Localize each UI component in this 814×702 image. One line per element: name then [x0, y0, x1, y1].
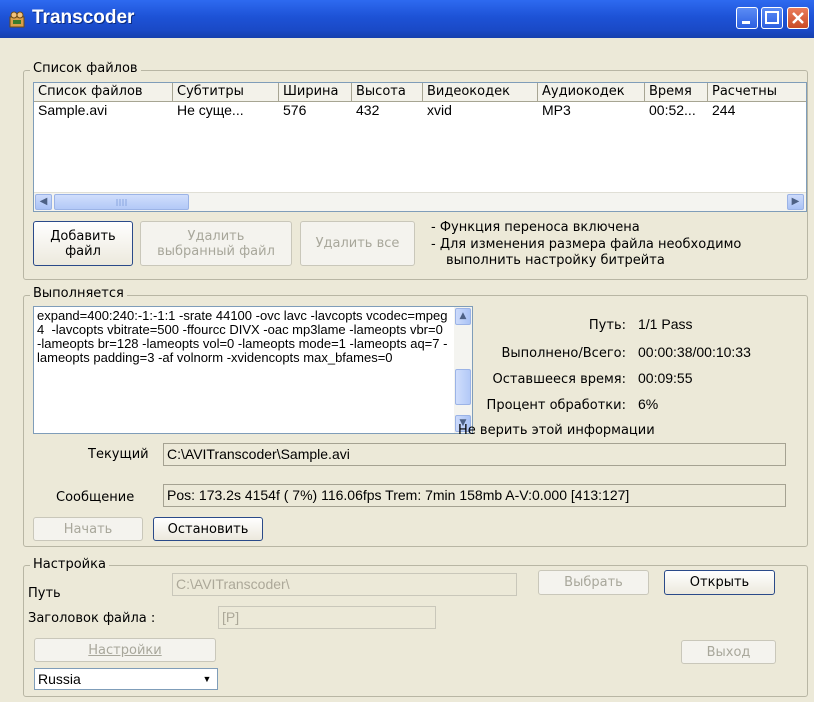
close-button[interactable]	[787, 7, 809, 29]
settings-group-legend: Настройка	[30, 557, 109, 572]
remove-selected-button[interactable]: Удалить выбранный файл	[140, 221, 292, 266]
progress-group-legend: Выполняется	[30, 286, 127, 301]
title-bar[interactable]: Transcoder	[0, 0, 814, 38]
cell-video-codec: xvid	[427, 102, 452, 118]
add-file-button[interactable]: Добавить файл	[33, 221, 133, 266]
note-resize-required: - Для изменения размера файла необходимо	[431, 237, 742, 252]
scroll-left-button[interactable]: ◀	[35, 194, 52, 210]
open-button[interactable]: Открыть	[664, 570, 775, 595]
exit-button[interactable]: Выход	[681, 640, 776, 664]
arrow-up-icon: ▲	[459, 311, 467, 321]
column-header[interactable]: Время	[645, 83, 708, 101]
stat-path-value: 1/1 Pass	[638, 316, 693, 332]
start-button[interactable]: Начать	[33, 517, 143, 541]
current-file-field: C:\AVITranscoder\Sample.avi	[163, 443, 786, 466]
scroll-thumb[interactable]	[54, 194, 189, 210]
close-icon	[792, 12, 804, 24]
settings-path-field[interactable]: C:\AVITranscoder\	[172, 573, 517, 596]
files-group-legend: Список файлов	[30, 61, 141, 76]
language-select[interactable]: Russia ▼	[34, 668, 218, 690]
cell-duration: 00:52...	[649, 102, 696, 118]
window-title: Transcoder	[32, 7, 135, 28]
disclaimer-text: Не верить этой информации	[458, 423, 655, 438]
settings-path-label: Путь	[28, 586, 61, 601]
minimize-icon	[742, 21, 750, 24]
note-transfer-enabled: - Функция переноса включена	[431, 220, 640, 235]
transcoder-app-icon	[9, 11, 25, 28]
cell-width: 576	[283, 102, 307, 118]
language-value: Russia	[38, 671, 81, 687]
header-label: Заголовок файла :	[28, 611, 156, 626]
column-header[interactable]: Видеокодек	[423, 83, 538, 101]
chevron-down-icon[interactable]: ▼	[198, 670, 216, 688]
cell-audio-codec: MP3	[542, 102, 571, 118]
stat-done-value: 00:00:38/00:10:33	[638, 344, 751, 360]
current-label: Текущий	[88, 447, 149, 462]
stat-percent-label: Процент обработки:	[486, 398, 626, 413]
column-header[interactable]: Расчетны	[708, 83, 806, 101]
stat-done-label: Выполнено/Всего:	[501, 346, 626, 361]
cell-height: 432	[356, 102, 380, 118]
maximize-button[interactable]	[761, 7, 783, 29]
header-field[interactable]: [P]	[218, 606, 436, 629]
cell-filename: Sample.avi	[38, 102, 108, 118]
file-list-header: Список файлов Субтитры Ширина Высота Вид…	[34, 83, 806, 102]
note-bitrate-setup: выполнить настройку битрейта	[446, 253, 665, 268]
arrow-left-icon: ◀	[39, 196, 48, 207]
scroll-up-button[interactable]: ▲	[455, 308, 471, 325]
column-header[interactable]: Аудиокодек	[538, 83, 645, 101]
stat-path-label: Путь:	[588, 318, 626, 333]
cell-subtitles: Не суще...	[177, 102, 244, 118]
message-label: Сообщение	[56, 490, 135, 505]
column-header[interactable]: Список файлов	[34, 83, 173, 101]
log-text: expand=400:240:-1:-1:1 -srate 44100 -ovc…	[37, 308, 448, 365]
column-header[interactable]: Ширина	[279, 83, 352, 101]
grip-icon	[116, 199, 127, 206]
maximize-icon	[765, 11, 779, 24]
settings-button[interactable]: Настройки	[34, 638, 216, 662]
column-header[interactable]: Субтитры	[173, 83, 279, 101]
stat-percent-value: 6%	[638, 396, 659, 412]
message-field: Pos: 173.2s 4154f ( 7%) 116.06fps Trem: …	[163, 484, 786, 507]
stop-button[interactable]: Остановить	[153, 517, 263, 541]
scroll-right-button[interactable]: ▶	[787, 194, 804, 210]
cell-estimate: 244	[712, 102, 736, 118]
file-list-hscrollbar[interactable]: ◀ ▶	[34, 192, 806, 211]
browse-button[interactable]: Выбрать	[538, 570, 649, 595]
log-textarea[interactable]: expand=400:240:-1:-1:1 -srate 44100 -ovc…	[33, 306, 473, 434]
log-vscrollbar[interactable]: ▲ ▼	[454, 307, 472, 433]
stat-remaining-label: Оставшееся время:	[492, 372, 627, 387]
minimize-button[interactable]	[736, 7, 758, 29]
column-header[interactable]: Высота	[352, 83, 423, 101]
remove-all-button[interactable]: Удалить все	[300, 221, 415, 266]
stat-remaining-value: 00:09:55	[638, 370, 693, 386]
arrow-right-icon: ▶	[791, 196, 800, 207]
